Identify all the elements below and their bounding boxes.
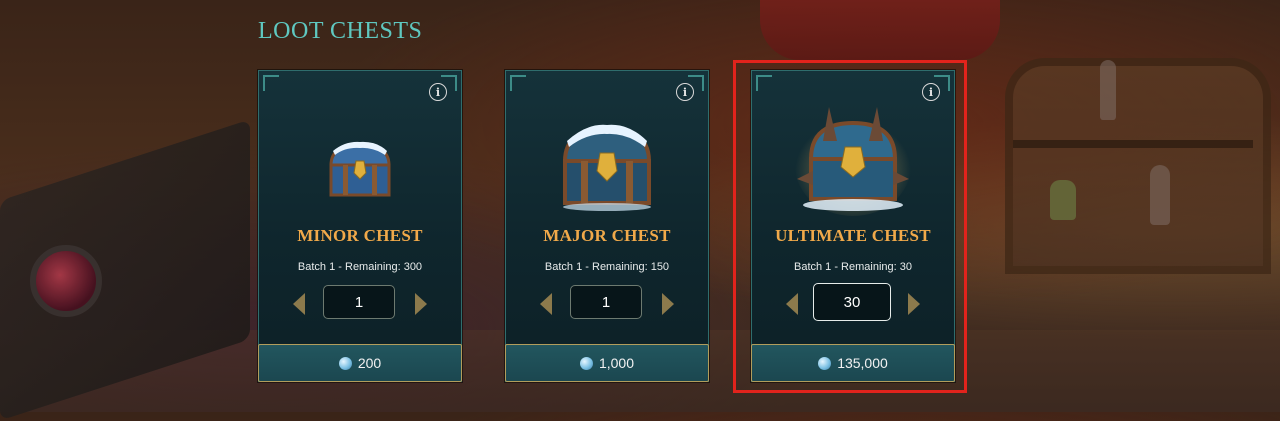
table-decoration bbox=[0, 119, 250, 421]
red-gem-decoration bbox=[30, 245, 102, 317]
page-title: LOOT CHESTS bbox=[258, 18, 423, 44]
price-label: 200 bbox=[357, 355, 382, 371]
quantity-input[interactable] bbox=[570, 285, 642, 319]
frame-corner bbox=[510, 75, 526, 91]
price-label: 1,000 bbox=[598, 355, 635, 371]
chest-card-major: i MAJOR CHEST Batch 1 - Remaining: 150 1… bbox=[505, 70, 709, 382]
selection-highlight bbox=[733, 60, 967, 393]
batch-remaining: Batch 1 - Remaining: 300 bbox=[297, 261, 423, 273]
gem-icon bbox=[338, 356, 352, 370]
quantity-input[interactable] bbox=[323, 285, 395, 319]
chest-name: MAJOR CHEST bbox=[543, 226, 671, 245]
shelf-decoration bbox=[1005, 58, 1271, 274]
chest-card-minor: i MINOR CHEST Batch 1 - Remaining: 300 2… bbox=[258, 70, 462, 382]
bottle-decoration bbox=[1050, 180, 1076, 220]
increase-arrow-icon[interactable] bbox=[662, 293, 674, 315]
chest-name: MINOR CHEST bbox=[297, 226, 423, 245]
batch-remaining: Batch 1 - Remaining: 150 bbox=[544, 261, 670, 273]
quantity-stepper bbox=[506, 285, 708, 321]
decrease-arrow-icon[interactable] bbox=[293, 293, 305, 315]
curtain-decoration bbox=[760, 0, 1000, 60]
minor-chest-image bbox=[329, 141, 391, 197]
increase-arrow-icon[interactable] bbox=[415, 293, 427, 315]
info-icon[interactable]: i bbox=[429, 83, 447, 101]
bottle-decoration bbox=[1100, 60, 1116, 120]
frame-corner bbox=[263, 75, 279, 91]
info-icon[interactable]: i bbox=[676, 83, 694, 101]
major-chest-image bbox=[562, 124, 652, 211]
decrease-arrow-icon[interactable] bbox=[540, 293, 552, 315]
bottle-decoration bbox=[1150, 165, 1170, 225]
shelf-board-decoration bbox=[1013, 140, 1253, 148]
buy-button[interactable]: 1,000 bbox=[505, 344, 709, 382]
gem-icon bbox=[579, 356, 593, 370]
quantity-stepper bbox=[259, 285, 461, 321]
buy-button[interactable]: 200 bbox=[258, 344, 462, 382]
